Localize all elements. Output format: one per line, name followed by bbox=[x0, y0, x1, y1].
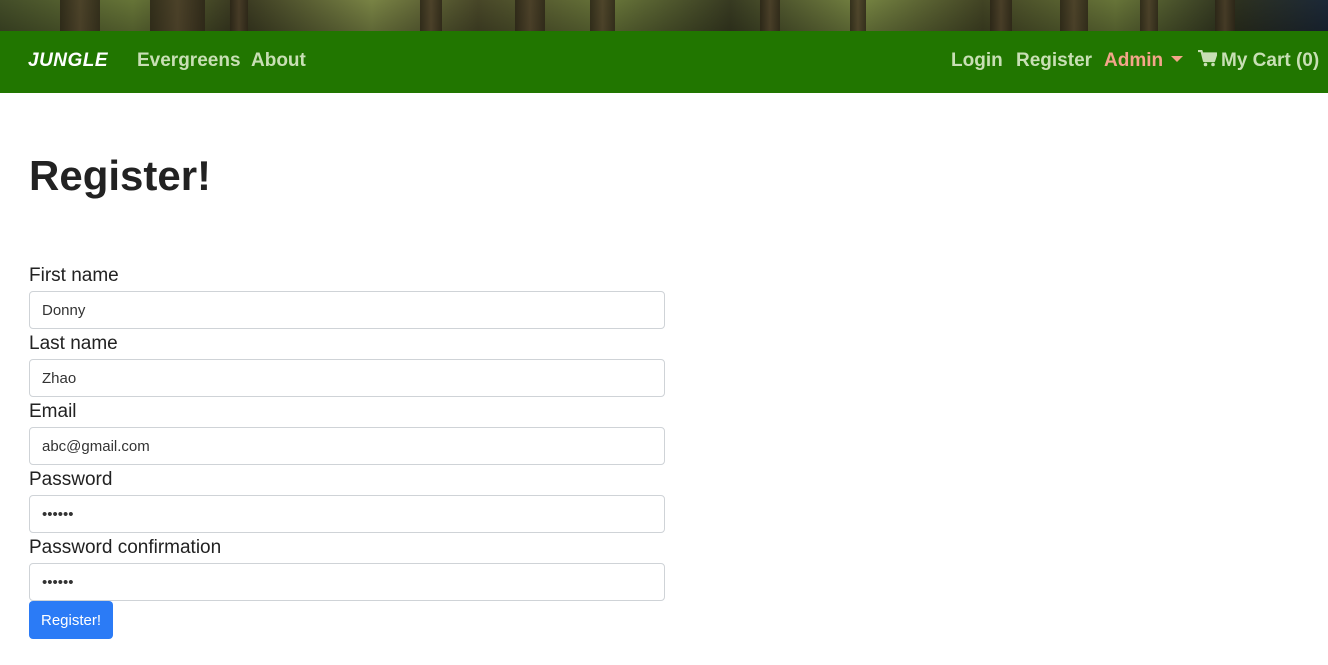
nav-link-evergreens[interactable]: Evergreens bbox=[137, 50, 241, 72]
nav-link-login[interactable]: Login bbox=[951, 50, 1003, 72]
page-title: Register! bbox=[29, 152, 212, 199]
register-submit-button[interactable]: Register! bbox=[29, 601, 113, 639]
password-confirmation-label: Password confirmation bbox=[29, 537, 222, 558]
first-name-label: First name bbox=[29, 265, 119, 286]
cart-label: My Cart (0) bbox=[1221, 50, 1320, 71]
last-name-label: Last name bbox=[29, 333, 118, 354]
nav-link-about[interactable]: About bbox=[251, 50, 306, 72]
password-confirmation-field[interactable] bbox=[29, 563, 665, 601]
nav-link-cart[interactable]: My Cart (0) bbox=[1198, 50, 1319, 72]
first-name-field[interactable] bbox=[29, 291, 665, 329]
shopping-cart-icon bbox=[1198, 50, 1217, 67]
nav-admin-dropdown[interactable]: Admin bbox=[1104, 50, 1184, 72]
brand-logo-link[interactable]: JUNGLE bbox=[28, 50, 108, 72]
email-field[interactable] bbox=[29, 427, 665, 465]
password-field[interactable] bbox=[29, 495, 665, 533]
password-label: Password bbox=[29, 469, 113, 490]
caret-down-icon bbox=[1171, 55, 1184, 62]
forest-banner-image bbox=[0, 0, 1328, 31]
nav-link-register[interactable]: Register bbox=[1016, 50, 1092, 72]
last-name-field[interactable] bbox=[29, 359, 665, 397]
admin-label: Admin bbox=[1104, 50, 1164, 71]
top-navbar: JUNGLE Evergreens About Login Register A… bbox=[0, 31, 1328, 93]
email-label: Email bbox=[29, 401, 77, 422]
